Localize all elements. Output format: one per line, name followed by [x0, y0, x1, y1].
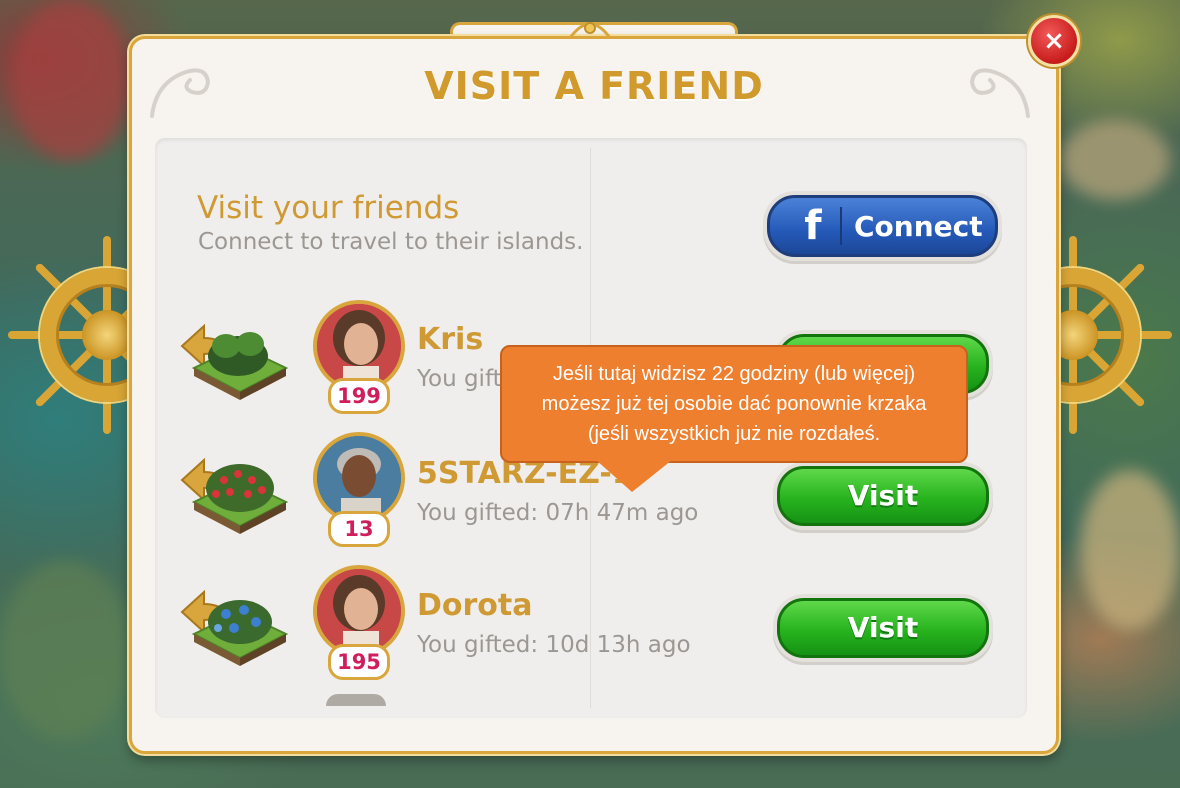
gift-status: You gifted: 07h 47m ago	[417, 500, 699, 526]
dialog-title: VISIT A FRIEND	[424, 64, 764, 108]
facebook-connect-button[interactable]: f Connect	[767, 195, 998, 257]
visit-friends-heading: Visit your friends	[197, 190, 460, 226]
callout-pointer	[596, 460, 672, 492]
background-house	[1060, 120, 1170, 200]
blue-flower-bush-icon	[191, 600, 289, 666]
berry-bush-icon	[191, 464, 289, 534]
facebook-icon: f	[804, 203, 822, 249]
level-badge: 195	[328, 644, 390, 680]
close-button[interactable]: ×	[1028, 15, 1080, 67]
callout-line: (jeśli wszystkich już nie rozdałeś.	[587, 423, 881, 445]
friend-name: Dorota	[417, 588, 533, 623]
visit-button[interactable]: Visit	[777, 466, 989, 526]
background-house	[10, 0, 130, 160]
next-avatar-peek	[326, 694, 386, 706]
level-badge: 199	[328, 378, 390, 414]
visit-friends-subtitle: Connect to travel to their islands.	[198, 229, 584, 255]
green-bush-icon	[191, 332, 289, 400]
connect-label: Connect	[854, 209, 983, 243]
friend-name: Kris	[417, 322, 484, 357]
button-separator	[840, 207, 842, 245]
crest-ornament-icon	[568, 22, 612, 39]
callout-line: możesz już tej osobie dać ponownie krzak…	[541, 393, 927, 415]
close-icon: ×	[1043, 26, 1065, 56]
background-building	[1080, 470, 1180, 630]
annotation-callout: Jeśli tutaj widzisz 22 godziny (lub więc…	[500, 345, 968, 463]
visit-button[interactable]: Visit	[777, 598, 989, 658]
level-badge: 13	[328, 511, 390, 547]
callout-line: Jeśli tutaj widzisz 22 godziny (lub więc…	[552, 363, 916, 385]
background-trees	[0, 560, 130, 740]
gift-status: You gifted: 10d 13h ago	[417, 632, 691, 658]
